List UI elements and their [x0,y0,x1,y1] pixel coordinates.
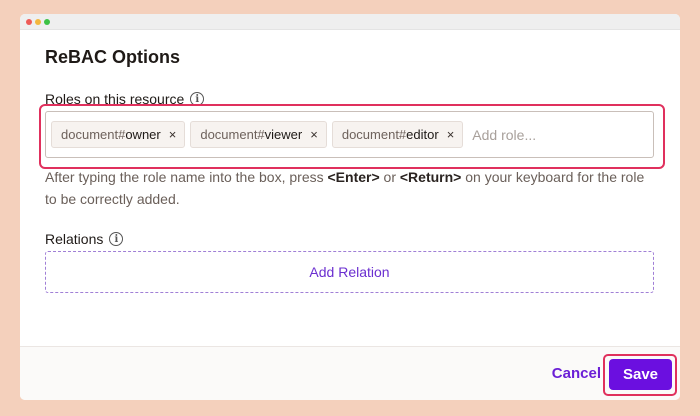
maximize-window-dot[interactable] [44,19,50,25]
remove-role-icon[interactable]: × [447,127,455,142]
add-relation-button[interactable]: Add Relation [45,251,654,293]
role-tag: document#owner × [51,121,186,148]
return-key-label: <Return> [399,169,462,185]
add-role-input[interactable] [472,126,613,143]
role-tag-prefix: document# [61,127,126,142]
remove-role-icon[interactable]: × [169,127,177,142]
close-window-dot[interactable] [26,19,32,25]
role-tag: document#editor × [331,121,464,148]
remove-role-icon[interactable]: × [310,127,318,142]
save-button[interactable]: Save [609,359,672,390]
role-tag-prefix: document# [200,127,265,142]
help-text-part: After typing the role name into the box,… [45,169,328,185]
window-titlebar [20,14,680,30]
role-tag-name: viewer [264,127,303,142]
minimize-window-dot[interactable] [35,19,41,25]
roles-input-box[interactable]: document#owner × document#viewer × docum… [45,111,654,158]
role-tag: document#viewer × [190,121,327,148]
dialog-window: ReBAC Options Roles on this resource i d… [20,14,680,400]
relations-label: Relations [45,231,104,247]
enter-key-label: <Enter> [327,169,380,185]
help-text-part: or [379,169,400,185]
role-tag-name: editor [406,127,439,142]
role-tag-prefix: document# [341,127,407,142]
roles-help-text: After typing the role name into the box,… [45,166,645,210]
info-icon[interactable]: i [109,232,124,246]
role-tag-name: owner [125,127,161,142]
relations-label-row: Relations i [45,231,124,247]
cancel-button[interactable]: Cancel [552,365,601,382]
dialog-title: ReBAC Options [45,47,180,67]
